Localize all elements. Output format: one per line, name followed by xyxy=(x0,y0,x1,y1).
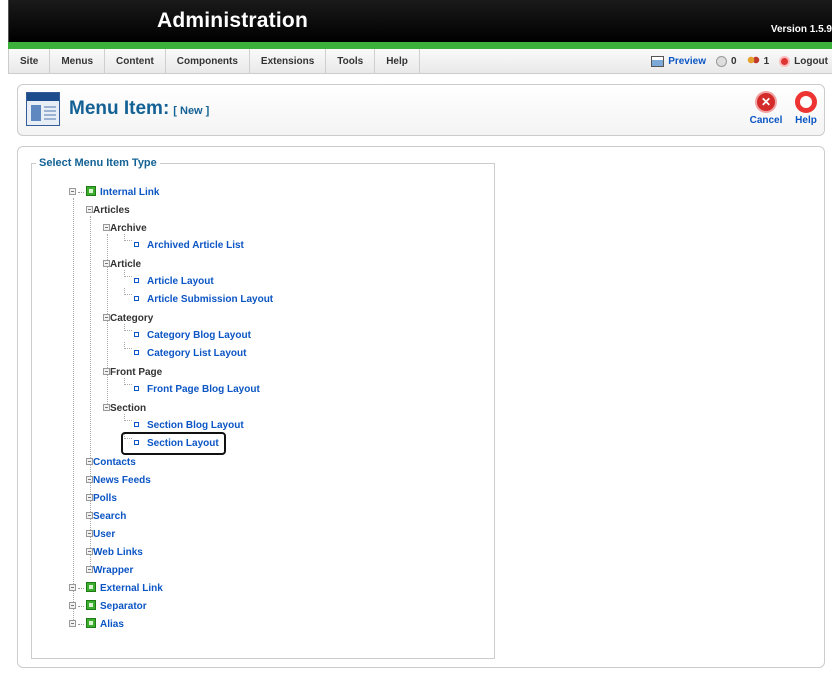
expand-toggle[interactable] xyxy=(86,565,93,573)
admin-header: Administration Version 1.5.9 xyxy=(8,0,832,42)
users-count: 1 xyxy=(763,56,770,67)
expand-toggle[interactable] xyxy=(86,511,93,519)
tree-node-article[interactable]: Article xyxy=(103,258,141,272)
tree-node-alias[interactable]: Alias xyxy=(69,618,124,632)
tree-connector xyxy=(73,198,74,624)
menu-content[interactable]: Content xyxy=(105,49,166,74)
collapse-toggle[interactable] xyxy=(103,259,110,267)
tree-node-contacts[interactable]: Contacts xyxy=(86,456,136,470)
menu-site[interactable]: Site xyxy=(9,49,51,74)
tree-leaf-category-list-layout[interactable]: Category List Layout xyxy=(132,347,246,361)
preview-link[interactable]: Preview xyxy=(651,56,706,67)
collapse-toggle[interactable] xyxy=(86,205,93,213)
logout-icon xyxy=(779,56,791,67)
collapse-toggle[interactable] xyxy=(103,403,110,411)
folder-icon xyxy=(86,186,96,197)
main-menubar: Site Menus Content Components Extensions… xyxy=(8,49,832,74)
status-area: Preview 0 1 Logout xyxy=(641,49,828,74)
menu-components[interactable]: Components xyxy=(166,49,250,74)
expand-toggle[interactable] xyxy=(86,493,93,501)
tree-node-external-link[interactable]: External Link xyxy=(69,582,163,596)
preview-icon xyxy=(651,56,665,67)
tree-node-internal-link[interactable]: Internal Link xyxy=(69,186,159,200)
tree-node-articles[interactable]: Articles xyxy=(86,204,130,218)
logout-label: Logout xyxy=(794,56,828,67)
page-title-text: Menu Item: xyxy=(69,98,170,119)
menu-item-page-icon xyxy=(26,92,60,126)
collapse-toggle[interactable] xyxy=(103,313,110,321)
tree-connector xyxy=(124,288,132,295)
messages-count: 0 xyxy=(731,56,737,67)
main-menu: Site Menus Content Components Extensions… xyxy=(9,49,420,74)
menu-extensions[interactable]: Extensions xyxy=(250,49,327,74)
header-accent-bar xyxy=(8,42,832,49)
help-icon xyxy=(795,91,817,113)
collapse-toggle[interactable] xyxy=(103,367,110,375)
folder-icon xyxy=(86,618,96,629)
expand-toggle[interactable] xyxy=(86,475,93,483)
cancel-label: Cancel xyxy=(749,115,783,126)
page-title: Menu Item:[ New ] xyxy=(69,98,209,120)
folder-icon xyxy=(86,600,96,611)
cancel-button[interactable]: Cancel xyxy=(748,91,784,126)
menu-tools[interactable]: Tools xyxy=(326,49,376,74)
leaf-icon xyxy=(134,385,139,391)
users-icon xyxy=(746,56,760,67)
preview-label: Preview xyxy=(668,56,706,67)
page-toolbar: Menu Item:[ New ] Cancel Help xyxy=(17,84,825,136)
menu-menus[interactable]: Menus xyxy=(50,49,106,74)
leaf-icon xyxy=(134,295,139,301)
messages-icon xyxy=(716,56,727,67)
help-label: Help xyxy=(795,115,817,126)
expand-toggle[interactable] xyxy=(69,601,76,609)
messages-link[interactable]: 0 xyxy=(716,56,737,67)
tree-node-news-feeds[interactable]: News Feeds xyxy=(86,474,151,488)
tree-node-search[interactable]: Search xyxy=(86,510,126,524)
help-button[interactable]: Help xyxy=(788,91,824,126)
leaf-icon xyxy=(134,349,139,355)
tree-leaf-section-blog-layout[interactable]: Section Blog Layout xyxy=(132,419,244,433)
tree-leaf-category-blog-layout[interactable]: Category Blog Layout xyxy=(132,329,251,343)
tree-node-separator[interactable]: Separator xyxy=(69,600,147,614)
tree-connector xyxy=(124,414,132,421)
tree-leaf-article-submission-layout[interactable]: Article Submission Layout xyxy=(132,293,273,307)
tree-node-polls[interactable]: Polls xyxy=(86,492,117,506)
leaf-icon xyxy=(134,241,139,247)
leaf-icon xyxy=(134,277,139,283)
tree-node-user[interactable]: User xyxy=(86,528,115,542)
folder-icon xyxy=(86,582,96,593)
leaf-icon xyxy=(134,331,139,337)
expand-toggle[interactable] xyxy=(86,457,93,465)
tree-connector xyxy=(124,324,132,331)
tree-leaf-article-layout[interactable]: Article Layout xyxy=(132,275,214,289)
admin-title: Administration xyxy=(157,9,308,32)
expand-toggle[interactable] xyxy=(69,619,76,627)
expand-toggle[interactable] xyxy=(69,583,76,591)
version-label: Version 1.5.9 xyxy=(770,24,832,35)
logout-link[interactable]: Logout xyxy=(779,56,828,67)
fieldset-legend: Select Menu Item Type xyxy=(36,157,160,169)
tree-connector xyxy=(124,270,132,277)
menu-help[interactable]: Help xyxy=(375,49,420,74)
tree-connector xyxy=(124,342,132,349)
page-subtitle: [ New ] xyxy=(173,105,210,117)
collapse-toggle[interactable] xyxy=(69,187,76,195)
tree-leaf-archived-article-list[interactable]: Archived Article List xyxy=(132,239,244,253)
selection-highlight xyxy=(121,432,226,455)
users-link[interactable]: 1 xyxy=(746,56,770,67)
collapse-toggle[interactable] xyxy=(103,223,110,231)
tree-node-wrapper[interactable]: Wrapper xyxy=(86,564,133,578)
tree-node-front-page[interactable]: Front Page xyxy=(103,366,162,380)
cancel-icon xyxy=(755,91,777,113)
expand-toggle[interactable] xyxy=(86,529,93,537)
tree-leaf-front-page-blog-layout[interactable]: Front Page Blog Layout xyxy=(132,383,260,397)
expand-toggle[interactable] xyxy=(86,547,93,555)
tree-connector xyxy=(124,234,132,241)
tree-connector xyxy=(124,378,132,385)
leaf-icon xyxy=(134,421,139,427)
tree-node-web-links[interactable]: Web Links xyxy=(86,546,143,560)
